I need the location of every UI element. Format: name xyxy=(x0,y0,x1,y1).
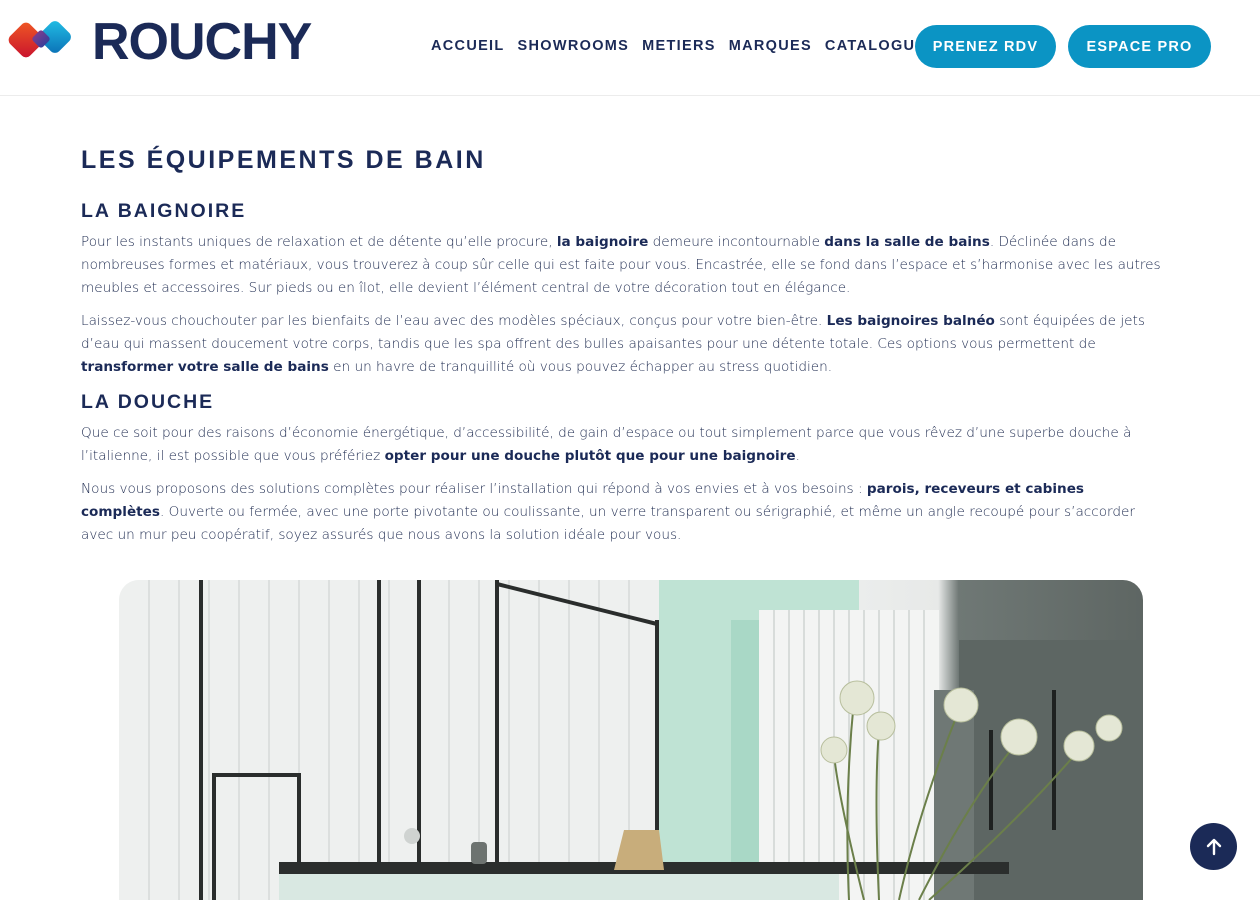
nav-accueil[interactable]: ACCUEIL xyxy=(431,38,505,54)
text-span: Nous vous proposons des solutions complè… xyxy=(81,481,867,497)
brand-name: ROUCHY xyxy=(92,13,312,71)
paragraph-baignoire-1: Pour les instants uniques de relaxation … xyxy=(81,231,1169,300)
bathroom-photo xyxy=(119,580,1143,900)
text-span: . Ouverte ou fermée, avec une porte pivo… xyxy=(81,504,1135,543)
logo-diamond-icon xyxy=(6,14,80,70)
link-douche-plutot-que-baignoire[interactable]: opter pour une douche plutôt que pour un… xyxy=(385,448,796,464)
prenez-rdv-button[interactable]: PRENEZ RDV xyxy=(915,25,1056,68)
text-span: . xyxy=(795,448,800,464)
nav-showrooms[interactable]: SHOWROOMS xyxy=(518,38,630,54)
nav-metiers[interactable]: METIERS xyxy=(642,38,716,54)
espace-pro-button[interactable]: ESPACE PRO xyxy=(1068,25,1211,68)
paragraph-douche-1: Que ce soit pour des raisons d’économie … xyxy=(81,422,1169,468)
link-baignoire[interactable]: la baignoire xyxy=(557,234,648,250)
text-span: Laissez-vous chouchouter par les bienfai… xyxy=(81,313,827,329)
text-span: Pour les instants uniques de relaxation … xyxy=(81,234,557,250)
link-transformer-salle-de-bains[interactable]: transformer votre salle de bains xyxy=(81,359,329,375)
link-salle-de-bains[interactable]: dans la salle de bains xyxy=(824,234,990,250)
main-nav: ACCUEIL SHOWROOMS METIERS MARQUES CATALO… xyxy=(431,38,950,54)
site-header: ROUCHY ACCUEIL SHOWROOMS METIERS MARQUES… xyxy=(0,0,1260,96)
section-heading-douche: LA DOUCHE xyxy=(81,391,215,413)
text-span: demeure incontournable xyxy=(648,234,825,250)
arrow-up-icon xyxy=(1206,838,1221,855)
paragraph-baignoire-2: Laissez-vous chouchouter par les bienfai… xyxy=(81,310,1169,379)
nav-marques[interactable]: MARQUES xyxy=(729,38,812,54)
page-title: LES ÉQUIPEMENTS DE BAIN xyxy=(81,146,486,174)
paragraph-douche-2: Nous vous proposons des solutions complè… xyxy=(81,478,1169,547)
text-span: en un havre de tranquillité où vous pouv… xyxy=(328,359,833,375)
scroll-to-top-button[interactable] xyxy=(1190,823,1237,870)
link-baignoires-balneo[interactable]: Les baignoires balnéo xyxy=(827,313,995,329)
section-heading-baignoire: LA BAIGNOIRE xyxy=(81,200,247,222)
site-logo[interactable]: ROUCHY xyxy=(6,12,312,72)
